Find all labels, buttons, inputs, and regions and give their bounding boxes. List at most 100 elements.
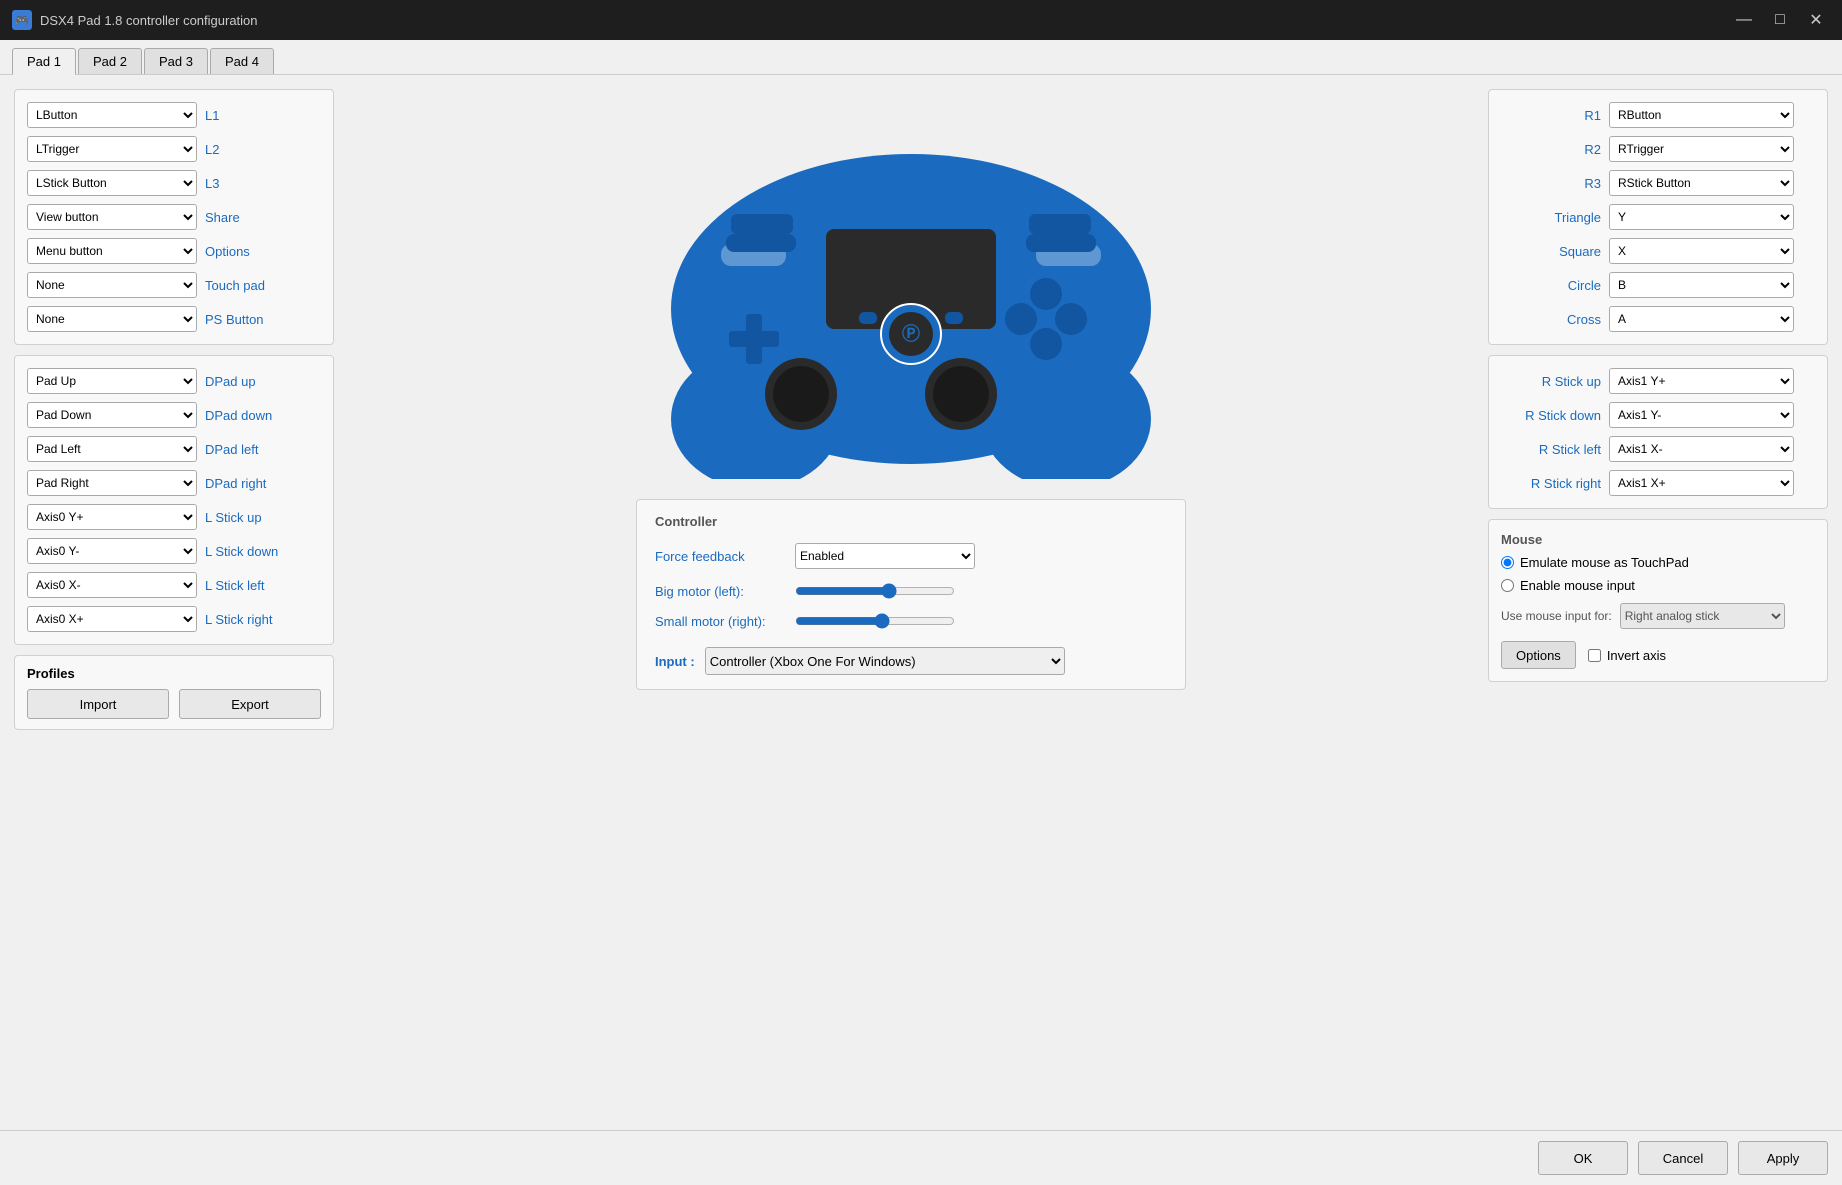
right-button-mappings: R1 RButton R2 RTrigger R3 RStick Button bbox=[1488, 89, 1828, 345]
r1-select[interactable]: RButton bbox=[1609, 102, 1794, 128]
l2-select[interactable]: LTrigger bbox=[27, 136, 197, 162]
options-row: Menu button Options bbox=[27, 238, 321, 264]
r3-label: R3 bbox=[1501, 176, 1601, 191]
input-select[interactable]: Controller (Xbox One For Windows) bbox=[705, 647, 1065, 675]
small-motor-slider[interactable] bbox=[795, 613, 955, 629]
circle-select[interactable]: B bbox=[1609, 272, 1794, 298]
lstick-up-label: L Stick up bbox=[205, 510, 285, 525]
ok-button[interactable]: OK bbox=[1538, 1141, 1628, 1175]
profiles-group: Profiles Import Export bbox=[14, 655, 334, 730]
export-button[interactable]: Export bbox=[179, 689, 321, 719]
dpad-up-select[interactable]: Pad Up bbox=[27, 368, 197, 394]
lstick-down-row: Axis0 Y- L Stick down bbox=[27, 538, 321, 564]
options-select[interactable]: Menu button bbox=[27, 238, 197, 264]
cross-row: Cross A bbox=[1501, 306, 1815, 332]
touchpad-select[interactable]: None bbox=[27, 272, 197, 298]
psbutton-label: PS Button bbox=[205, 312, 285, 327]
rstick-left-row: R Stick left Axis1 X- bbox=[1501, 436, 1815, 462]
circle-row: Circle B bbox=[1501, 272, 1815, 298]
small-motor-label: Small motor (right): bbox=[655, 614, 785, 629]
lstick-up-row: Axis0 Y+ L Stick up bbox=[27, 504, 321, 530]
rstick-left-select[interactable]: Axis1 X- bbox=[1609, 436, 1794, 462]
square-select[interactable]: X bbox=[1609, 238, 1794, 264]
small-motor-row: Small motor (right): bbox=[655, 613, 1167, 629]
mouse-input-row: Use mouse input for: Right analog stick … bbox=[1501, 603, 1815, 629]
tab-pad3[interactable]: Pad 3 bbox=[144, 48, 208, 74]
touchpad-label: Touch pad bbox=[205, 278, 285, 293]
apply-button[interactable]: Apply bbox=[1738, 1141, 1828, 1175]
big-motor-row: Big motor (left): bbox=[655, 583, 1167, 599]
triangle-label: Triangle bbox=[1501, 210, 1601, 225]
mouse-group: Mouse Emulate mouse as TouchPad Enable m… bbox=[1488, 519, 1828, 682]
left-panel: LButton L1 LTrigger L2 LStick Button L3 bbox=[14, 89, 334, 1116]
app-icon: 🎮 bbox=[12, 10, 32, 30]
lstick-down-label: L Stick down bbox=[205, 544, 285, 559]
rstick-down-select[interactable]: Axis1 Y- bbox=[1609, 402, 1794, 428]
mouse-title: Mouse bbox=[1501, 532, 1815, 547]
dpad-right-select[interactable]: Pad Right bbox=[27, 470, 197, 496]
cross-label: Cross bbox=[1501, 312, 1601, 327]
emulate-touchpad-label: Emulate mouse as TouchPad bbox=[1520, 555, 1689, 570]
rstick-right-label: R Stick right bbox=[1501, 476, 1601, 491]
l1-select[interactable]: LButton bbox=[27, 102, 197, 128]
small-motor-slider-container bbox=[795, 613, 955, 629]
force-feedback-select[interactable]: Enabled Disabled bbox=[795, 543, 975, 569]
maximize-button[interactable]: □ bbox=[1766, 6, 1794, 34]
big-motor-label: Big motor (left): bbox=[655, 584, 785, 599]
dpad-mappings: Pad Up DPad up Pad Down DPad down Pad Le… bbox=[14, 355, 334, 645]
force-feedback-row: Force feedback Enabled Disabled bbox=[655, 543, 1167, 569]
input-row: Input : Controller (Xbox One For Windows… bbox=[655, 647, 1167, 675]
l3-label: L3 bbox=[205, 176, 285, 191]
dpad-up-row: Pad Up DPad up bbox=[27, 368, 321, 394]
cancel-button[interactable]: Cancel bbox=[1638, 1141, 1728, 1175]
bottom-bar: OK Cancel Apply bbox=[0, 1130, 1842, 1185]
dpad-right-label: DPad right bbox=[205, 476, 285, 491]
cross-select[interactable]: A bbox=[1609, 306, 1794, 332]
dpad-left-row: Pad Left DPad left bbox=[27, 436, 321, 462]
r3-select[interactable]: RStick Button bbox=[1609, 170, 1794, 196]
lstick-right-select[interactable]: Axis0 X+ bbox=[27, 606, 197, 632]
rstick-up-select[interactable]: Axis1 Y+ bbox=[1609, 368, 1794, 394]
svg-text:Ⓟ: Ⓟ bbox=[902, 323, 920, 344]
lstick-left-select[interactable]: Axis0 X- bbox=[27, 572, 197, 598]
dpad-down-label: DPad down bbox=[205, 408, 285, 423]
rstick-up-row: R Stick up Axis1 Y+ bbox=[1501, 368, 1815, 394]
l1-row: LButton L1 bbox=[27, 102, 321, 128]
r1-row: R1 RButton bbox=[1501, 102, 1815, 128]
dpad-down-select[interactable]: Pad Down bbox=[27, 402, 197, 428]
invert-axis-checkbox[interactable] bbox=[1588, 649, 1601, 662]
tab-pad2[interactable]: Pad 2 bbox=[78, 48, 142, 74]
r1-label: R1 bbox=[1501, 108, 1601, 123]
dpad-up-label: DPad up bbox=[205, 374, 285, 389]
psbutton-row: None PS Button bbox=[27, 306, 321, 332]
right-panel: R1 RButton R2 RTrigger R3 RStick Button bbox=[1488, 89, 1828, 1116]
share-select[interactable]: View button bbox=[27, 204, 197, 230]
tab-pad1[interactable]: Pad 1 bbox=[12, 48, 76, 75]
big-motor-slider[interactable] bbox=[795, 583, 955, 599]
mouse-input-label: Use mouse input for: bbox=[1501, 609, 1612, 623]
enable-mouse-radio[interactable] bbox=[1501, 579, 1514, 592]
dpad-down-row: Pad Down DPad down bbox=[27, 402, 321, 428]
l3-select[interactable]: LStick Button bbox=[27, 170, 197, 196]
dpad-left-select[interactable]: Pad Left bbox=[27, 436, 197, 462]
tab-pad4[interactable]: Pad 4 bbox=[210, 48, 274, 74]
lstick-up-select[interactable]: Axis0 Y+ bbox=[27, 504, 197, 530]
lstick-down-select[interactable]: Axis0 Y- bbox=[27, 538, 197, 564]
input-label: Input : bbox=[655, 654, 695, 669]
controller-section-title: Controller bbox=[655, 514, 1167, 529]
close-button[interactable]: ✕ bbox=[1802, 6, 1830, 34]
rstick-right-select[interactable]: Axis1 X+ bbox=[1609, 470, 1794, 496]
emulate-touchpad-radio[interactable] bbox=[1501, 556, 1514, 569]
minimize-button[interactable]: — bbox=[1730, 6, 1758, 34]
force-feedback-label: Force feedback bbox=[655, 549, 785, 564]
mouse-input-select[interactable]: Right analog stick Left analog stick bbox=[1620, 603, 1785, 629]
import-button[interactable]: Import bbox=[27, 689, 169, 719]
emulate-mouse-row: Emulate mouse as TouchPad bbox=[1501, 555, 1815, 570]
main-window: Pad 1 Pad 2 Pad 3 Pad 4 LButton L1 LTrig… bbox=[0, 40, 1842, 1185]
dpad-right-row: Pad Right DPad right bbox=[27, 470, 321, 496]
psbutton-select[interactable]: None bbox=[27, 306, 197, 332]
triangle-select[interactable]: Y bbox=[1609, 204, 1794, 230]
mouse-options-button[interactable]: Options bbox=[1501, 641, 1576, 669]
share-label: Share bbox=[205, 210, 285, 225]
r2-select[interactable]: RTrigger bbox=[1609, 136, 1794, 162]
